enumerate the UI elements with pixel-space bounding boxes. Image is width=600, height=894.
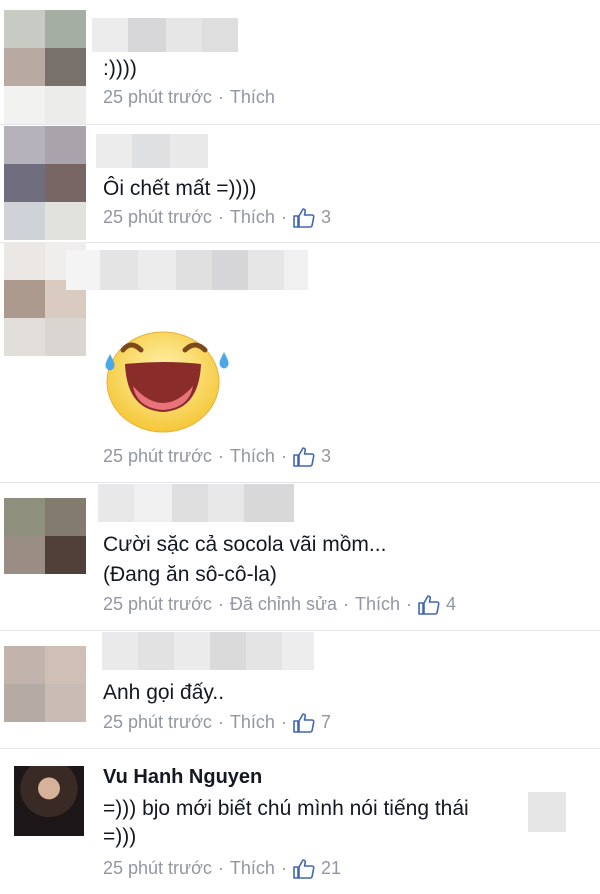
- comment-meta: 25 phút trước · Thích · 3: [103, 207, 331, 228]
- like-link[interactable]: Thích: [230, 87, 275, 108]
- comment-6: Vu Hanh Nguyen =))) bjo mới biết chú mìn…: [0, 748, 600, 894]
- thumbs-up-icon: [293, 447, 315, 467]
- name-blurred[interactable]: [66, 250, 308, 290]
- edited-label[interactable]: Đã chỉnh sửa: [230, 594, 337, 615]
- name-blurred[interactable]: [98, 484, 294, 522]
- timestamp[interactable]: 25 phút trước: [103, 858, 212, 879]
- comment-text: Anh gọi đấy..: [103, 681, 225, 704]
- like-link[interactable]: Thích: [230, 446, 275, 467]
- comment-text: =))) bjo mới biết chú mình nói tiếng thá…: [103, 797, 469, 820]
- like-count[interactable]: 7: [321, 712, 331, 733]
- comment-text-line-2: (Đang ăn sô-cô-la): [103, 563, 277, 586]
- comment-meta: 25 phút trước · Thích · 21: [103, 858, 341, 879]
- comment-1: :)))) 25 phút trước · Thích: [0, 0, 600, 125]
- thumbs-up-icon: [293, 713, 315, 733]
- comment-4: Cười sặc cả socola vãi mồm... (Đang ăn s…: [0, 482, 600, 631]
- like-link[interactable]: Thích: [230, 207, 275, 228]
- thumbs-up-icon: [293, 859, 315, 879]
- thumbs-up-icon: [293, 208, 315, 228]
- name-blurred[interactable]: [102, 632, 314, 670]
- like-count[interactable]: 4: [446, 594, 456, 615]
- timestamp[interactable]: 25 phút trước: [103, 446, 212, 467]
- commenter-name[interactable]: Vu Hanh Nguyen: [103, 766, 262, 789]
- timestamp[interactable]: 25 phút trước: [103, 712, 212, 733]
- avatar-blurred[interactable]: [4, 10, 86, 124]
- avatar-blurred[interactable]: [4, 646, 86, 722]
- comment-5: Anh gọi đấy.. 25 phút trước · Thích · 7: [0, 630, 600, 749]
- like-count[interactable]: 21: [321, 858, 341, 879]
- timestamp[interactable]: 25 phút trước: [103, 594, 212, 615]
- comment-meta: 25 phút trước · Đã chỉnh sửa · Thích · 4: [103, 594, 457, 615]
- comment-text: Ôi chết mất =)))): [103, 177, 257, 200]
- comment-text: Cười sặc cả socola vãi mồm...: [103, 533, 387, 556]
- comment-text: :)))): [103, 57, 137, 80]
- avatar[interactable]: [14, 766, 84, 836]
- laughing-sticker-icon[interactable]: [103, 324, 233, 434]
- comment-text-line-2: =))): [103, 825, 137, 848]
- like-link[interactable]: Thích: [355, 594, 400, 615]
- timestamp[interactable]: 25 phút trước: [103, 207, 212, 228]
- timestamp[interactable]: 25 phút trước: [103, 87, 212, 108]
- avatar-blurred[interactable]: [4, 126, 86, 240]
- comment-meta: 25 phút trước · Thích: [103, 87, 275, 108]
- comment-2: Ôi chết mất =)))) 25 phút trước · Thích · …: [0, 124, 600, 243]
- comment-3: 25 phút trước · Thích · 3: [0, 242, 600, 483]
- like-count[interactable]: 3: [321, 446, 331, 467]
- thumbs-up-icon: [418, 595, 440, 615]
- comment-meta: 25 phút trước · Thích · 3: [103, 446, 331, 467]
- avatar-blurred[interactable]: [4, 498, 86, 574]
- redacted-block: [528, 792, 566, 832]
- name-blurred[interactable]: [96, 134, 208, 168]
- name-blurred[interactable]: [92, 18, 238, 52]
- like-link[interactable]: Thích: [230, 858, 275, 879]
- like-link[interactable]: Thích: [230, 712, 275, 733]
- like-count[interactable]: 3: [321, 207, 331, 228]
- comment-meta: 25 phút trước · Thích · 7: [103, 712, 331, 733]
